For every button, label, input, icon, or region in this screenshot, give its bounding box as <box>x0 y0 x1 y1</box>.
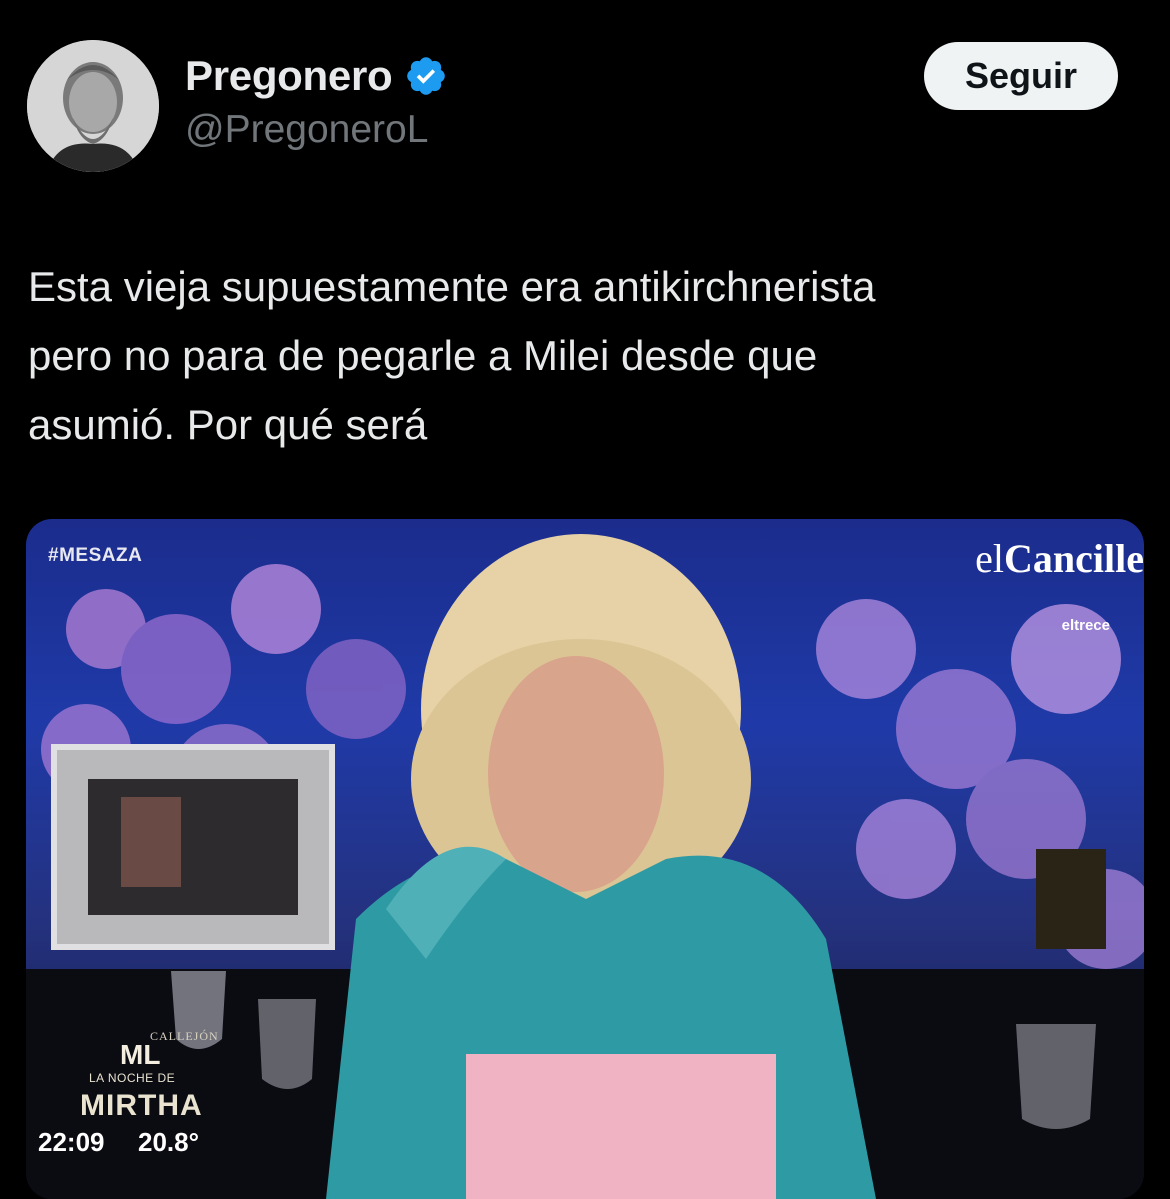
channel-logo: elCancille <box>975 535 1144 582</box>
broadcast-clock: 22:09 <box>38 1127 105 1157</box>
show-abbrev: ML <box>120 1039 161 1070</box>
author-avatar[interactable] <box>27 40 159 172</box>
media-hashtag: #MESAZA <box>48 545 143 566</box>
channel-logo-prefix: el <box>975 536 1005 581</box>
broadcast-temperature: 20.8° <box>138 1127 200 1157</box>
channel-sub-label: eltrece <box>1061 617 1110 634</box>
tweet-text-line: asumió. Por qué será <box>28 401 428 448</box>
author-display-name[interactable]: Pregonero <box>185 52 393 100</box>
tweet-text-line: Esta vieja supuestamente era antikirchne… <box>28 263 876 310</box>
tweet-text-line: pero no para de pegarle a Milei desde qu… <box>28 332 818 379</box>
tweet-media-image[interactable]: #MESAZA elCancille eltrece CALLEJÓN ML L… <box>26 519 1144 1199</box>
verified-badge-icon <box>404 54 448 98</box>
author-handle[interactable]: @PregoneroL <box>185 108 428 152</box>
tweet-text: Esta vieja supuestamente era antikirchne… <box>28 252 1138 459</box>
show-subtitle: LA NOCHE DE <box>89 1071 176 1085</box>
show-title: MIRTHA <box>80 1089 203 1122</box>
author-name-row: Pregonero <box>185 52 448 100</box>
portrait-avatar <box>27 40 159 172</box>
channel-logo-main: Cancille <box>1004 536 1144 581</box>
follow-button[interactable]: Seguir <box>924 42 1118 110</box>
